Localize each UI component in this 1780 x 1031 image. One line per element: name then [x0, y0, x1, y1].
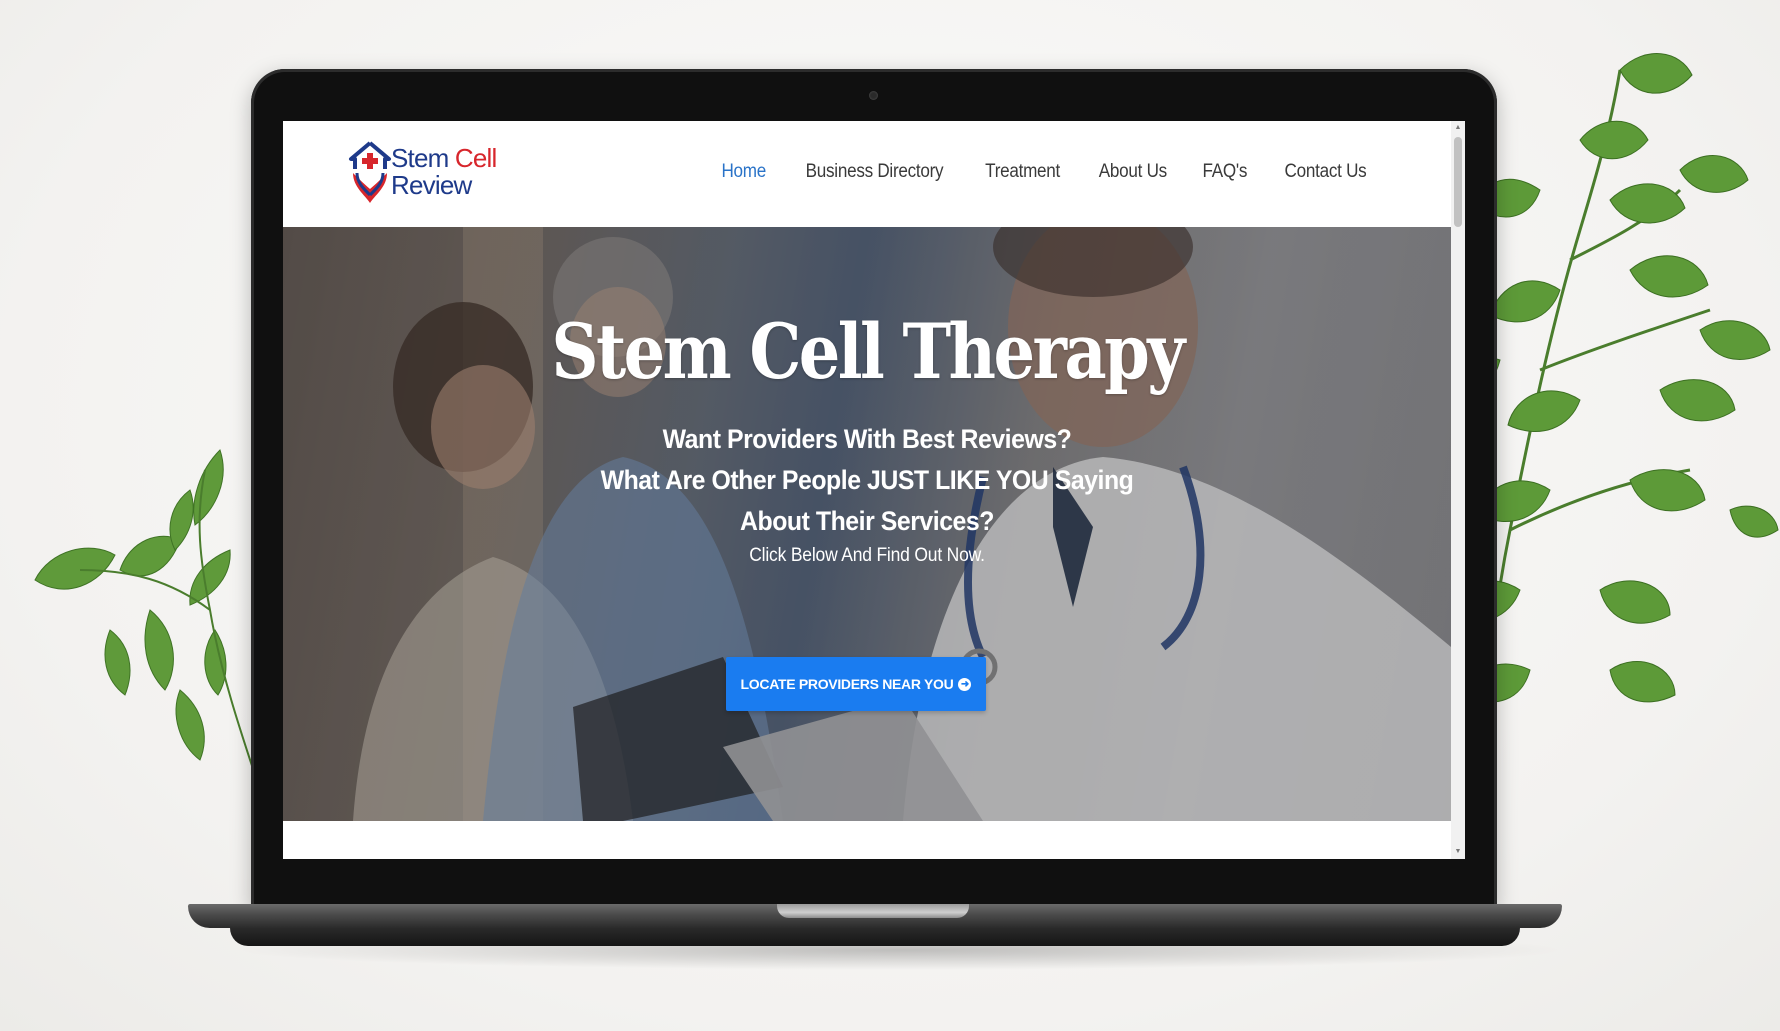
site-header: Stem Cell Review Home Business Directory…	[283, 121, 1451, 227]
logo-word-stem: Stem	[391, 143, 449, 173]
hero-title: Stem Cell Therapy	[551, 307, 1185, 396]
hero-content: Stem Cell Therapy Want Providers With Be…	[283, 227, 1451, 821]
plant-left-decoration	[34, 449, 261, 790]
laptop-notch	[777, 904, 969, 918]
nav-item-contact-us[interactable]: Contact Us	[1285, 161, 1367, 183]
hero-subtitle-line-1: Want Providers With Best Reviews?	[662, 424, 1072, 454]
main-nav: Home Business Directory Treatment About …	[689, 161, 1371, 183]
hero-small-text: Click Below And Find Out Now.	[749, 545, 985, 566]
nav-item-treatment[interactable]: Treatment	[986, 161, 1061, 183]
webcam-icon	[869, 91, 878, 100]
page-scrollbar[interactable]: ▲ ▼	[1451, 121, 1465, 859]
nav-item-business-directory[interactable]: Business Directory	[806, 161, 944, 183]
locate-providers-button-label: LOCATE PROVIDERS NEAR YOU	[740, 676, 954, 692]
nav-item-home[interactable]: Home	[721, 161, 766, 183]
logo-word-review: Review	[391, 170, 472, 200]
browser-viewport: Stem Cell Review Home Business Directory…	[283, 121, 1465, 859]
hero-subtitle: Want Providers With Best Reviews? What A…	[330, 419, 1405, 542]
hero-banner: Stem Cell Therapy Want Providers With Be…	[283, 227, 1451, 821]
locate-providers-button[interactable]: LOCATE PROVIDERS NEAR YOU ➜	[726, 657, 986, 711]
hero-subtitle-line-2: What Are Other People JUST LIKE YOU Sayi…	[600, 465, 1134, 495]
laptop-base-bottom	[230, 928, 1520, 946]
logo-word-cell: Cell	[454, 143, 497, 173]
logo-wordmark: Stem Cell Review	[391, 145, 497, 199]
scroll-up-arrow-icon[interactable]: ▲	[1451, 121, 1465, 135]
hero-subtitle-line-3: About Their Services?	[739, 506, 994, 536]
nav-item-faqs[interactable]: FAQ's	[1203, 161, 1248, 183]
site-logo[interactable]: Stem Cell Review	[347, 139, 507, 209]
house-heart-logo-icon	[349, 141, 391, 203]
arrow-circle-right-icon: ➜	[958, 677, 972, 691]
scrollbar-thumb[interactable]	[1454, 137, 1462, 227]
scroll-down-arrow-icon[interactable]: ▼	[1451, 845, 1465, 859]
nav-item-about-us[interactable]: About Us	[1098, 161, 1166, 183]
mockup-stage: Stem Cell Review Home Business Directory…	[0, 0, 1780, 1031]
